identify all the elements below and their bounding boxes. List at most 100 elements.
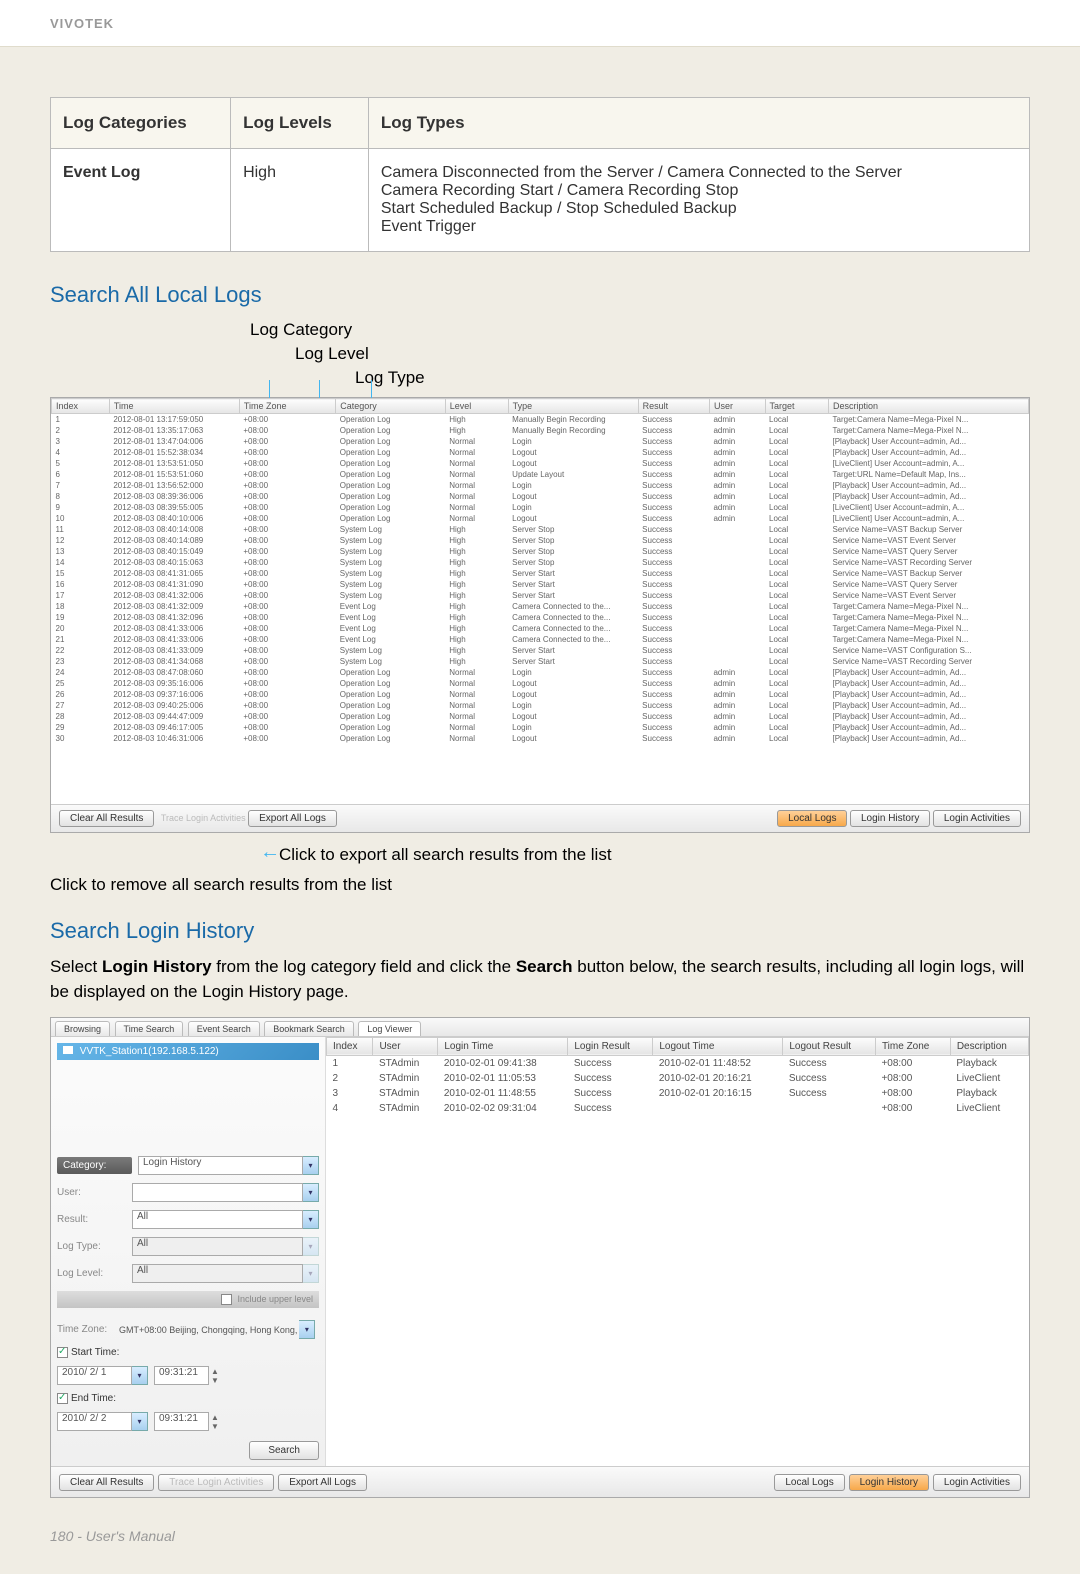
lcol-desc[interactable]: Description: [950, 1037, 1028, 1055]
login-activities-tab[interactable]: Login Activities: [933, 1474, 1021, 1491]
category-select[interactable]: Login History: [138, 1156, 303, 1175]
table-row[interactable]: 262012-08-03 09:37:16:006+08:00Operation…: [52, 689, 1029, 700]
table-row[interactable]: 112012-08-03 08:40:14:008+08:00System Lo…: [52, 524, 1029, 535]
logtype-label: Log Type:: [57, 1241, 132, 1252]
clear-all-button[interactable]: Clear All Results: [59, 1474, 154, 1491]
col-result[interactable]: Result: [638, 399, 709, 414]
table-row[interactable]: 172012-08-03 08:41:32:006+08:00System Lo…: [52, 590, 1029, 601]
col-category[interactable]: Category: [336, 399, 445, 414]
lcol-login-time[interactable]: Login Time: [438, 1037, 568, 1055]
table-row[interactable]: 292012-08-03 09:46:17:005+08:00Operation…: [52, 722, 1029, 733]
lcol-logout-time[interactable]: Logout Time: [653, 1037, 783, 1055]
user-label: User:: [57, 1187, 132, 1198]
table-row[interactable]: 142012-08-03 08:40:15:063+08:00System Lo…: [52, 557, 1029, 568]
col-target[interactable]: Target: [765, 399, 828, 414]
result-select[interactable]: All: [132, 1210, 303, 1229]
tab-bookmark-search[interactable]: Bookmark Search: [264, 1021, 354, 1036]
lcol-logout-result[interactable]: Logout Result: [783, 1037, 876, 1055]
start-time-checkbox[interactable]: [57, 1347, 68, 1358]
end-time-input[interactable]: 09:31:21: [154, 1412, 209, 1431]
login-history-tab[interactable]: Login History: [849, 1474, 929, 1491]
chevron-down-icon[interactable]: ▾: [303, 1156, 319, 1175]
col-tz[interactable]: Time Zone: [239, 399, 335, 414]
tab-browsing[interactable]: Browsing: [55, 1021, 110, 1036]
table-row[interactable]: 62012-08-01 15:53:51:060+08:00Operation …: [52, 469, 1029, 480]
table-row[interactable]: 42012-08-01 15:52:38:034+08:00Operation …: [52, 447, 1029, 458]
tab-log-viewer[interactable]: Log Viewer: [358, 1021, 421, 1036]
spinner-icon[interactable]: ▲▼: [211, 1367, 219, 1385]
chevron-down-icon[interactable]: ▾: [132, 1412, 148, 1431]
table-row[interactable]: 3STAdmin2010-02-01 11:48:55Success2010-0…: [327, 1086, 1029, 1101]
tab-event-search[interactable]: Event Search: [188, 1021, 260, 1036]
table-row[interactable]: 1STAdmin2010-02-01 09:41:38Success2010-0…: [327, 1055, 1029, 1071]
table-row[interactable]: 212012-08-03 08:41:33:006+08:00Event Log…: [52, 634, 1029, 645]
export-callout: ↑ Click to export all search results fro…: [265, 843, 1030, 866]
col-desc[interactable]: Description: [829, 399, 1029, 414]
table-row[interactable]: 282012-08-03 09:44:47:009+08:00Operation…: [52, 711, 1029, 722]
export-all-button[interactable]: Export All Logs: [248, 810, 337, 827]
tab-time-search[interactable]: Time Search: [115, 1021, 184, 1036]
login-activities-tab[interactable]: Login Activities: [933, 810, 1021, 827]
table-row[interactable]: 82012-08-03 08:39:36:006+08:00Operation …: [52, 491, 1029, 502]
start-time-input[interactable]: 09:31:21: [154, 1366, 209, 1385]
local-logs-tab[interactable]: Local Logs: [774, 1474, 844, 1491]
chevron-down-icon[interactable]: ▾: [299, 1320, 315, 1339]
end-date-input[interactable]: 2010/ 2/ 2: [57, 1412, 132, 1431]
chevron-down-icon[interactable]: ▾: [303, 1210, 319, 1229]
footer-text: 180 - User's Manual: [50, 1528, 1030, 1544]
lcol-user[interactable]: User: [373, 1037, 438, 1055]
login-history-tab[interactable]: Login History: [850, 810, 930, 827]
clear-all-button[interactable]: Clear All Results: [59, 810, 154, 827]
table-row[interactable]: 202012-08-03 08:41:33:006+08:00Event Log…: [52, 623, 1029, 634]
table-row[interactable]: 72012-08-01 13:56:52:000+08:00Operation …: [52, 480, 1029, 491]
table-row[interactable]: 162012-08-03 08:41:31:090+08:00System Lo…: [52, 579, 1029, 590]
table-row[interactable]: 192012-08-03 08:41:32:096+08:00Event Log…: [52, 612, 1029, 623]
col-user[interactable]: User: [709, 399, 765, 414]
table-row[interactable]: 2STAdmin2010-02-01 11:05:53Success2010-0…: [327, 1071, 1029, 1086]
login-grid: Index User Login Time Login Result Logou…: [326, 1037, 1029, 1116]
lcol-index[interactable]: Index: [327, 1037, 373, 1055]
tabs-row: Browsing Time Search Event Search Bookma…: [51, 1018, 1029, 1037]
trace-login-button[interactable]: Trace Login Activities: [158, 1474, 274, 1491]
table-row[interactable]: 132012-08-03 08:40:15:049+08:00System Lo…: [52, 546, 1029, 557]
chevron-down-icon: ▾: [303, 1264, 319, 1283]
table-row[interactable]: 252012-08-03 09:35:16:006+08:00Operation…: [52, 678, 1029, 689]
table-row[interactable]: 4STAdmin2010-02-02 09:31:04Success+08:00…: [327, 1101, 1029, 1116]
spinner-icon[interactable]: ▲▼: [211, 1413, 219, 1431]
col-level[interactable]: Level: [445, 399, 508, 414]
callout-arrow-icon: ↑: [259, 850, 282, 860]
table-row[interactable]: 222012-08-03 08:41:33:009+08:00System Lo…: [52, 645, 1029, 656]
lcol-tz[interactable]: Time Zone: [875, 1037, 950, 1055]
col-index[interactable]: Index: [52, 399, 110, 414]
table-row[interactable]: 12012-08-01 13:17:59:050+08:00Operation …: [52, 414, 1029, 426]
search-button[interactable]: Search: [249, 1441, 319, 1460]
col-type[interactable]: Type: [508, 399, 638, 414]
table-row[interactable]: 232012-08-03 08:41:34:068+08:00System Lo…: [52, 656, 1029, 667]
table-row[interactable]: 92012-08-03 08:39:55:005+08:00Operation …: [52, 502, 1029, 513]
table-row[interactable]: 182012-08-03 08:41:32:009+08:00Event Log…: [52, 601, 1029, 612]
export-callout-text: Click to export all search results from …: [279, 845, 612, 865]
end-time-checkbox[interactable]: [57, 1393, 68, 1404]
station-row[interactable]: VVTK_Station1(192.168.5.122): [57, 1043, 319, 1060]
lcol-login-result[interactable]: Login Result: [568, 1037, 653, 1055]
chevron-down-icon[interactable]: ▾: [303, 1183, 319, 1202]
table-row[interactable]: 52012-08-01 13:53:51:050+08:00Operation …: [52, 458, 1029, 469]
table-row[interactable]: 22012-08-01 13:35:17:063+08:00Operation …: [52, 425, 1029, 436]
export-all-button[interactable]: Export All Logs: [278, 1474, 367, 1491]
table-row[interactable]: 102012-08-03 08:40:10:006+08:00Operation…: [52, 513, 1029, 524]
table-row[interactable]: 302012-08-03 10:46:31:006+08:00Operation…: [52, 733, 1029, 744]
local-logs-tab[interactable]: Local Logs: [777, 810, 847, 827]
table-row[interactable]: 272012-08-03 09:40:25:006+08:00Operation…: [52, 700, 1029, 711]
table-row[interactable]: 242012-08-03 08:47:08:060+08:00Operation…: [52, 667, 1029, 678]
table-row[interactable]: 152012-08-03 08:41:31:065+08:00System Lo…: [52, 568, 1029, 579]
table-row[interactable]: 32012-08-01 13:47:04:006+08:00Operation …: [52, 436, 1029, 447]
table-row[interactable]: 122012-08-03 08:40:14:089+08:00System Lo…: [52, 535, 1029, 546]
user-select[interactable]: [132, 1183, 303, 1202]
station-icon: [63, 1046, 73, 1054]
chevron-down-icon[interactable]: ▾: [132, 1366, 148, 1385]
th-categories: Log Categories: [51, 98, 231, 149]
chevron-down-icon: ▾: [303, 1237, 319, 1256]
tz-value[interactable]: GMT+08:00 Beijing, Chongqing, Hong Kong,: [119, 1325, 297, 1335]
start-date-input[interactable]: 2010/ 2/ 1: [57, 1366, 132, 1385]
col-time[interactable]: Time: [109, 399, 239, 414]
